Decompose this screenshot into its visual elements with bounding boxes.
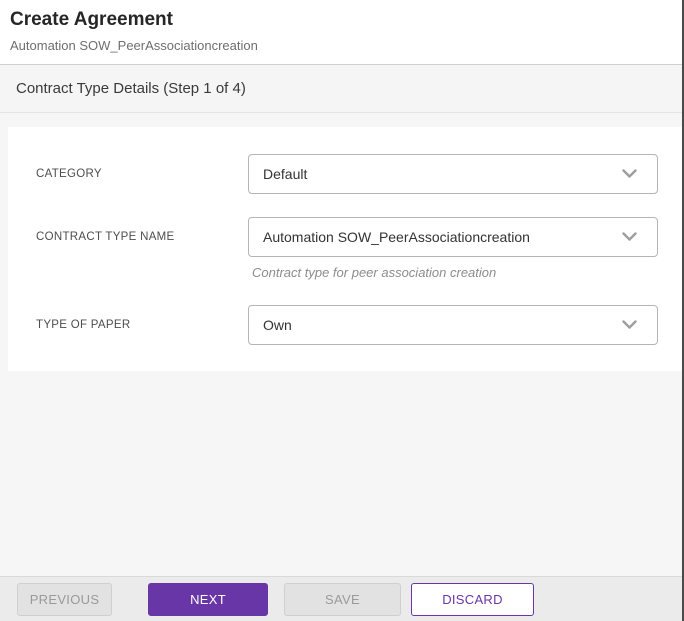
chevron-down-icon — [622, 169, 637, 179]
section-bar: Contract Type Details (Step 1 of 4) — [0, 65, 682, 113]
footer-action-bar: PREVIOUS NEXT SAVE DISCARD — [0, 576, 682, 621]
type-of-paper-label: TYPE OF PAPER — [36, 319, 248, 331]
category-select[interactable]: Default — [248, 154, 658, 194]
contract-type-helper-text: Contract type for peer association creat… — [252, 265, 658, 280]
create-agreement-screen: Create Agreement Automation SOW_PeerAsso… — [0, 0, 684, 621]
contract-type-name-select[interactable]: Automation SOW_PeerAssociationcreation — [248, 217, 658, 257]
category-row: CATEGORY Default — [36, 154, 658, 194]
previous-button[interactable]: PREVIOUS — [17, 583, 112, 616]
contract-type-name-label: CONTRACT TYPE NAME — [36, 231, 248, 243]
save-button[interactable]: SAVE — [284, 583, 401, 616]
type-of-paper-select-value: Own — [263, 317, 622, 333]
category-label: CATEGORY — [36, 168, 248, 180]
page-subtitle: Automation SOW_PeerAssociationcreation — [10, 38, 672, 54]
category-select-value: Default — [263, 166, 622, 182]
page-header: Create Agreement Automation SOW_PeerAsso… — [0, 0, 682, 65]
chevron-down-icon — [622, 320, 637, 330]
type-of-paper-row: TYPE OF PAPER Own — [36, 305, 658, 345]
discard-button[interactable]: DISCARD — [411, 583, 534, 616]
content-area: CATEGORY Default CONTRACT TYPE NAME Auto… — [0, 113, 682, 576]
section-title: Contract Type Details (Step 1 of 4) — [16, 80, 246, 97]
contract-type-name-row: CONTRACT TYPE NAME Automation SOW_PeerAs… — [36, 217, 658, 257]
form-panel: CATEGORY Default CONTRACT TYPE NAME Auto… — [8, 127, 682, 371]
type-of-paper-select[interactable]: Own — [248, 305, 658, 345]
contract-type-name-select-value: Automation SOW_PeerAssociationcreation — [263, 229, 622, 245]
next-button[interactable]: NEXT — [148, 583, 268, 616]
page-title: Create Agreement — [10, 8, 672, 32]
chevron-down-icon — [622, 232, 637, 242]
